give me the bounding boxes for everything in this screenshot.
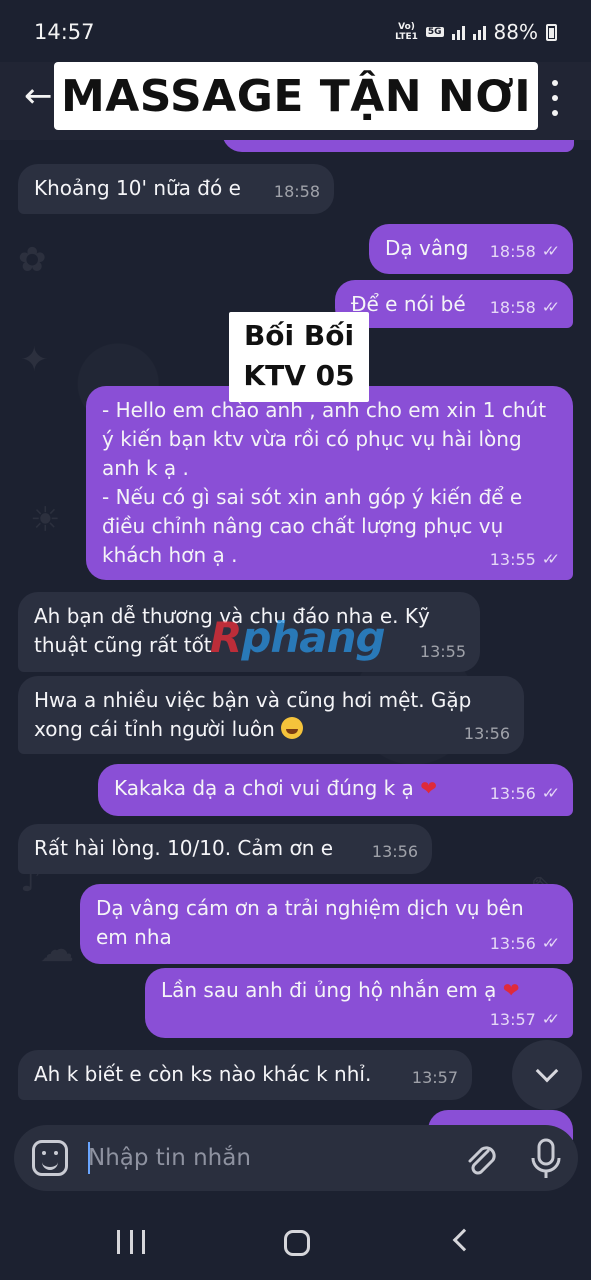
- message-meta: 13:57: [412, 1063, 458, 1092]
- message-text: Dạ vâng: [385, 236, 469, 260]
- status-bar: 14:57 Vo) LTE1 5G 88%: [0, 0, 591, 62]
- message-incoming[interactable]: Rất hài lòng. 10/10. Cảm ơn e 13:56: [18, 824, 432, 874]
- attach-icon[interactable]: [460, 1139, 500, 1179]
- message-time: 13:56: [371, 842, 418, 861]
- double-check-icon: ✓✓: [541, 298, 560, 316]
- overlay-label-line1: Bối Bối: [243, 319, 355, 352]
- message-outgoing[interactable]: Kakaka dạ a chơi vui đúng k ạ ❤ 13:56 ✓✓: [98, 764, 573, 816]
- overlay-label: Bối Bối KTV 05: [229, 312, 369, 402]
- message-time: 13:55: [419, 642, 466, 661]
- heart-emoji-icon: ❤: [502, 978, 520, 1002]
- message-time: 18:58: [489, 298, 536, 317]
- message-outgoing[interactable]: Để e nói bé 18:58 ✓✓: [335, 280, 573, 328]
- emoji-icon[interactable]: [32, 1140, 68, 1176]
- watermark-text: phang: [241, 613, 385, 662]
- double-check-icon: ✓✓: [541, 242, 560, 260]
- signal-icon: [451, 24, 465, 40]
- message-text: Khoảng 10' nữa đó e: [34, 176, 241, 200]
- double-check-icon: ✓✓: [541, 1010, 560, 1028]
- chat-title: MASSAGE TẬN NƠI: [60, 70, 532, 122]
- message-time: 13:57: [411, 1068, 458, 1087]
- message-outgoing[interactable]: Dạ vâng 18:58 ✓✓: [369, 224, 573, 274]
- message-time: 18:58: [273, 182, 320, 201]
- message-composer: [14, 1125, 578, 1191]
- watermark-prefix: R: [210, 613, 242, 662]
- message-text: Hwa a nhiều việc bận và cũng hơi mệt. Gặ…: [34, 688, 472, 741]
- five-g-indicator: 5G: [425, 27, 444, 37]
- double-check-icon: ✓✓: [541, 550, 560, 568]
- back-icon[interactable]: [452, 1228, 476, 1252]
- message-text: Dạ vâng cám ơn a trải nghiệm dịch vụ bên…: [96, 896, 524, 949]
- message-meta: 13:56 ✓✓: [489, 929, 560, 958]
- scroll-down-button[interactable]: [512, 1040, 582, 1110]
- message-meta: 18:58 ✓✓: [489, 293, 560, 322]
- watermark: Rphang: [210, 613, 386, 662]
- heart-emoji-icon: ❤: [420, 776, 437, 800]
- message-meta: 13:56: [464, 719, 510, 748]
- double-check-icon: ✓✓: [541, 784, 560, 802]
- text-caret: [88, 1142, 90, 1174]
- grin-emoji-icon: [281, 717, 304, 739]
- message-time: 13:57: [489, 1010, 536, 1029]
- message-meta: 13:56: [372, 837, 418, 866]
- battery-icon: [546, 23, 557, 41]
- volte-label: Vo): [398, 22, 415, 32]
- home-icon[interactable]: [284, 1230, 310, 1256]
- message-meta: 13:56 ✓✓: [489, 779, 560, 808]
- chat-header: ← MASSAGE TẬN NƠI: [0, 62, 591, 140]
- status-time: 14:57: [34, 20, 95, 44]
- wallpaper-doodle: ☁: [40, 930, 74, 970]
- message-meta: 18:58: [274, 177, 320, 206]
- chat-screen: ✿ ☂ ✦ ☀ ✈ ♪ ☁ ✎ 14:57 Vo) LTE1 5G 88% 18…: [0, 0, 591, 1280]
- message-text: Lần sau anh đi ủng hộ nhắn em ạ: [161, 978, 497, 1002]
- battery-percent: 88%: [493, 20, 538, 44]
- message-incoming[interactable]: Ah k biết e còn ks nào khác k nhỉ. 13:57: [18, 1050, 472, 1100]
- message-time: 13:56: [463, 724, 510, 743]
- chat-title-box[interactable]: MASSAGE TẬN NƠI: [54, 62, 538, 130]
- message-meta: 18:58 ✓✓: [489, 237, 560, 266]
- message-incoming[interactable]: Khoảng 10' nữa đó e 18:58: [18, 164, 334, 214]
- message-time: 13:56: [489, 784, 536, 803]
- message-outgoing[interactable]: Dạ vâng cám ơn a trải nghiệm dịch vụ bên…: [80, 884, 573, 964]
- message-outgoing[interactable]: - Hello em chào anh , anh cho em xin 1 c…: [86, 386, 573, 580]
- status-icons: Vo) LTE1 5G 88%: [395, 20, 557, 44]
- five-g-label: 5G: [425, 27, 444, 37]
- volte-indicator: Vo) LTE1: [395, 22, 418, 42]
- message-text: - Hello em chào anh , anh cho em xin 1 c…: [102, 398, 547, 567]
- message-text: Ah k biết e còn ks nào khác k nhỉ.: [34, 1062, 372, 1086]
- message-input[interactable]: [88, 1140, 428, 1176]
- message-meta: 13:55 ✓✓: [489, 545, 560, 574]
- system-nav-bar: [0, 1200, 591, 1280]
- wallpaper-doodle: ✦: [20, 340, 49, 380]
- message-outgoing[interactable]: Lần sau anh đi ủng hộ nhắn em ạ ❤ 13:57 ✓…: [145, 968, 573, 1038]
- message-text: Rất hài lòng. 10/10. Cảm ơn e: [34, 836, 334, 860]
- message-time: 18:58: [489, 242, 536, 261]
- lte-label: LTE1: [395, 32, 418, 42]
- signal-icon-2: [472, 24, 486, 40]
- wallpaper-doodle: ☀: [30, 500, 61, 540]
- more-vert-icon[interactable]: [549, 80, 561, 116]
- message-time: 13:55: [489, 550, 536, 569]
- message-text: Kakaka dạ a chơi vui đúng k ạ: [114, 776, 414, 800]
- message-time: 13:56: [489, 934, 536, 953]
- message-incoming[interactable]: Hwa a nhiều việc bận và cũng hơi mệt. Gặ…: [18, 676, 524, 754]
- message-meta: 13:57 ✓✓: [489, 1005, 560, 1034]
- double-check-icon: ✓✓: [541, 934, 560, 952]
- chevron-down-icon: [535, 1059, 559, 1083]
- recents-icon[interactable]: [117, 1230, 145, 1254]
- message-meta: 13:55: [420, 637, 466, 666]
- wallpaper-doodle: ✿: [18, 240, 47, 280]
- mic-icon[interactable]: [528, 1137, 564, 1181]
- overlay-label-line2: KTV 05: [243, 359, 355, 392]
